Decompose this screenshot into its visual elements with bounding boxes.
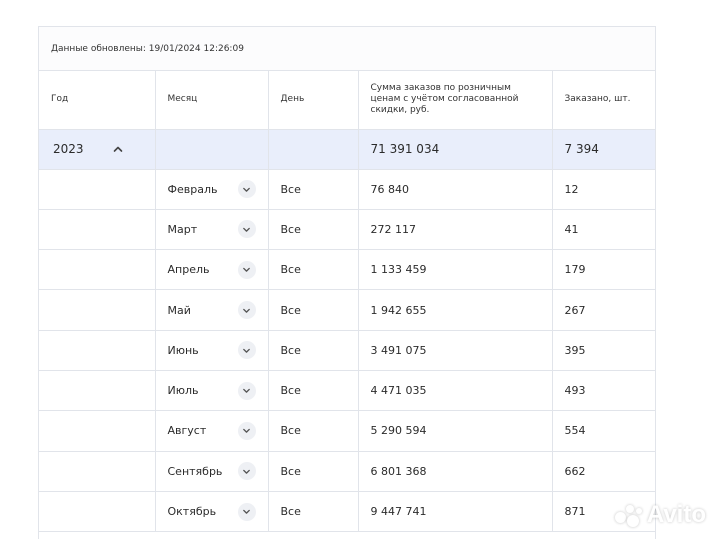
qty-cell: 267 (552, 289, 655, 331)
table-row: Октябрь Все 9 447 741 871 (39, 491, 655, 533)
column-header-sum: Сумма заказов по розничным ценам с учёто… (358, 71, 553, 130)
month-label: Июнь (167, 343, 199, 357)
day-cell[interactable]: Все (268, 410, 359, 452)
year-row[interactable]: 2023 71 391 034 7 394 (39, 129, 655, 170)
sum-cell: 9 447 741 (358, 491, 553, 533)
table-row: Март Все 272 117 41 (39, 209, 655, 251)
chevron-down-icon[interactable] (237, 180, 256, 199)
year-empty-cell (39, 289, 156, 331)
column-header-qty: Заказано, шт. (552, 71, 655, 130)
year-empty-cell (39, 209, 156, 251)
sum-cell: 3 491 075 (358, 330, 553, 371)
day-cell[interactable]: Все (268, 249, 359, 291)
data-updated-line: Данные обновлены: 19/01/2024 12:26:09 (39, 27, 655, 71)
day-cell[interactable]: Все (268, 289, 359, 331)
month-label: Февраль (167, 182, 218, 196)
month-cell: Октябрь (155, 491, 269, 533)
chevron-down-icon[interactable] (237, 341, 256, 360)
updated-timestamp: 19/01/2024 12:26:09 (148, 43, 244, 54)
month-cell: Февраль (155, 169, 269, 210)
sum-cell: 1 133 459 (358, 249, 553, 291)
month-label: Май (167, 303, 191, 317)
column-header-year: Год (39, 71, 156, 130)
table-row: Май Все 1 942 655 267 (39, 289, 655, 331)
year-day-cell (268, 129, 359, 170)
table-row: Июнь Все 3 491 075 395 (39, 330, 655, 371)
report-panel: Данные обновлены: 19/01/2024 12:26:09 Го… (38, 26, 656, 539)
qty-cell: 179 (552, 249, 655, 291)
qty-cell: 554 (552, 410, 655, 452)
table-row: Август Все 5 290 594 554 (39, 410, 655, 452)
chevron-down-icon[interactable] (237, 260, 256, 279)
month-label: Август (167, 424, 207, 438)
year-empty-cell (39, 491, 156, 533)
chevron-down-icon[interactable] (237, 421, 256, 440)
year-sum-cell: 71 391 034 (358, 129, 553, 170)
year-empty-cell (39, 249, 156, 291)
chevron-down-icon[interactable] (237, 502, 256, 521)
month-cell: Март (155, 209, 269, 251)
table-row: Апрель Все 1 133 459 179 (39, 249, 655, 291)
year-empty-cell (39, 370, 156, 412)
day-cell[interactable]: Все (268, 169, 359, 210)
qty-cell: 493 (552, 370, 655, 412)
year-empty-cell (39, 169, 156, 210)
avito-watermark: Avito (613, 501, 706, 529)
day-cell[interactable]: Все (268, 451, 359, 492)
sum-cell: 272 117 (358, 209, 553, 251)
chevron-down-icon[interactable] (237, 220, 256, 239)
day-cell[interactable]: Все (268, 491, 359, 533)
column-header-day: День (268, 71, 359, 130)
day-cell[interactable]: Все (268, 370, 359, 412)
sum-cell: 6 801 368 (358, 451, 553, 492)
qty-cell: 395 (552, 330, 655, 371)
sum-cell: 76 840 (358, 169, 553, 210)
year-cell: 2023 (39, 129, 156, 170)
chevron-down-icon[interactable] (237, 301, 256, 320)
updated-label: Данные обновлены: (51, 43, 146, 54)
month-cell: Сентябрь (155, 451, 269, 492)
table-row: Сентябрь Все 6 801 368 662 (39, 451, 655, 492)
table-row: Июль Все 4 471 035 493 (39, 370, 655, 412)
month-cell: Апрель (155, 249, 269, 291)
column-header-month: Месяц (155, 71, 269, 130)
chevron-down-icon[interactable] (237, 381, 256, 400)
sum-cell: 1 942 655 (358, 289, 553, 331)
avito-logo-icon (613, 503, 643, 527)
sum-cell: 5 290 594 (358, 410, 553, 452)
month-label: Октябрь (167, 505, 217, 519)
year-month-cell (155, 129, 269, 170)
month-cell: Июль (155, 370, 269, 412)
chevron-up-icon[interactable] (109, 140, 127, 158)
year-empty-cell (39, 410, 156, 452)
year-value: 2023 (53, 142, 84, 156)
year-empty-cell (39, 330, 156, 371)
qty-cell: 41 (552, 209, 655, 251)
month-label: Июль (167, 384, 199, 398)
year-empty-cell (39, 451, 156, 492)
chevron-down-icon[interactable] (237, 462, 256, 481)
month-cell: Август (155, 410, 269, 452)
month-label: Март (167, 222, 198, 236)
table-header-row: Год Месяц День Сумма заказов по розничны… (39, 71, 655, 130)
month-label: Сентябрь (167, 464, 223, 478)
orders-table: Год Месяц День Сумма заказов по розничны… (39, 71, 655, 533)
qty-cell: 662 (552, 451, 655, 492)
watermark-text: Avito (646, 501, 706, 528)
sum-cell: 4 471 035 (358, 370, 553, 412)
qty-cell: 12 (552, 169, 655, 210)
year-qty-cell: 7 394 (552, 129, 655, 170)
month-cell: Май (155, 289, 269, 331)
month-label: Апрель (167, 263, 210, 277)
day-cell[interactable]: Все (268, 209, 359, 251)
day-cell[interactable]: Все (268, 330, 359, 371)
table-row: Февраль Все 76 840 12 (39, 169, 655, 210)
month-cell: Июнь (155, 330, 269, 371)
